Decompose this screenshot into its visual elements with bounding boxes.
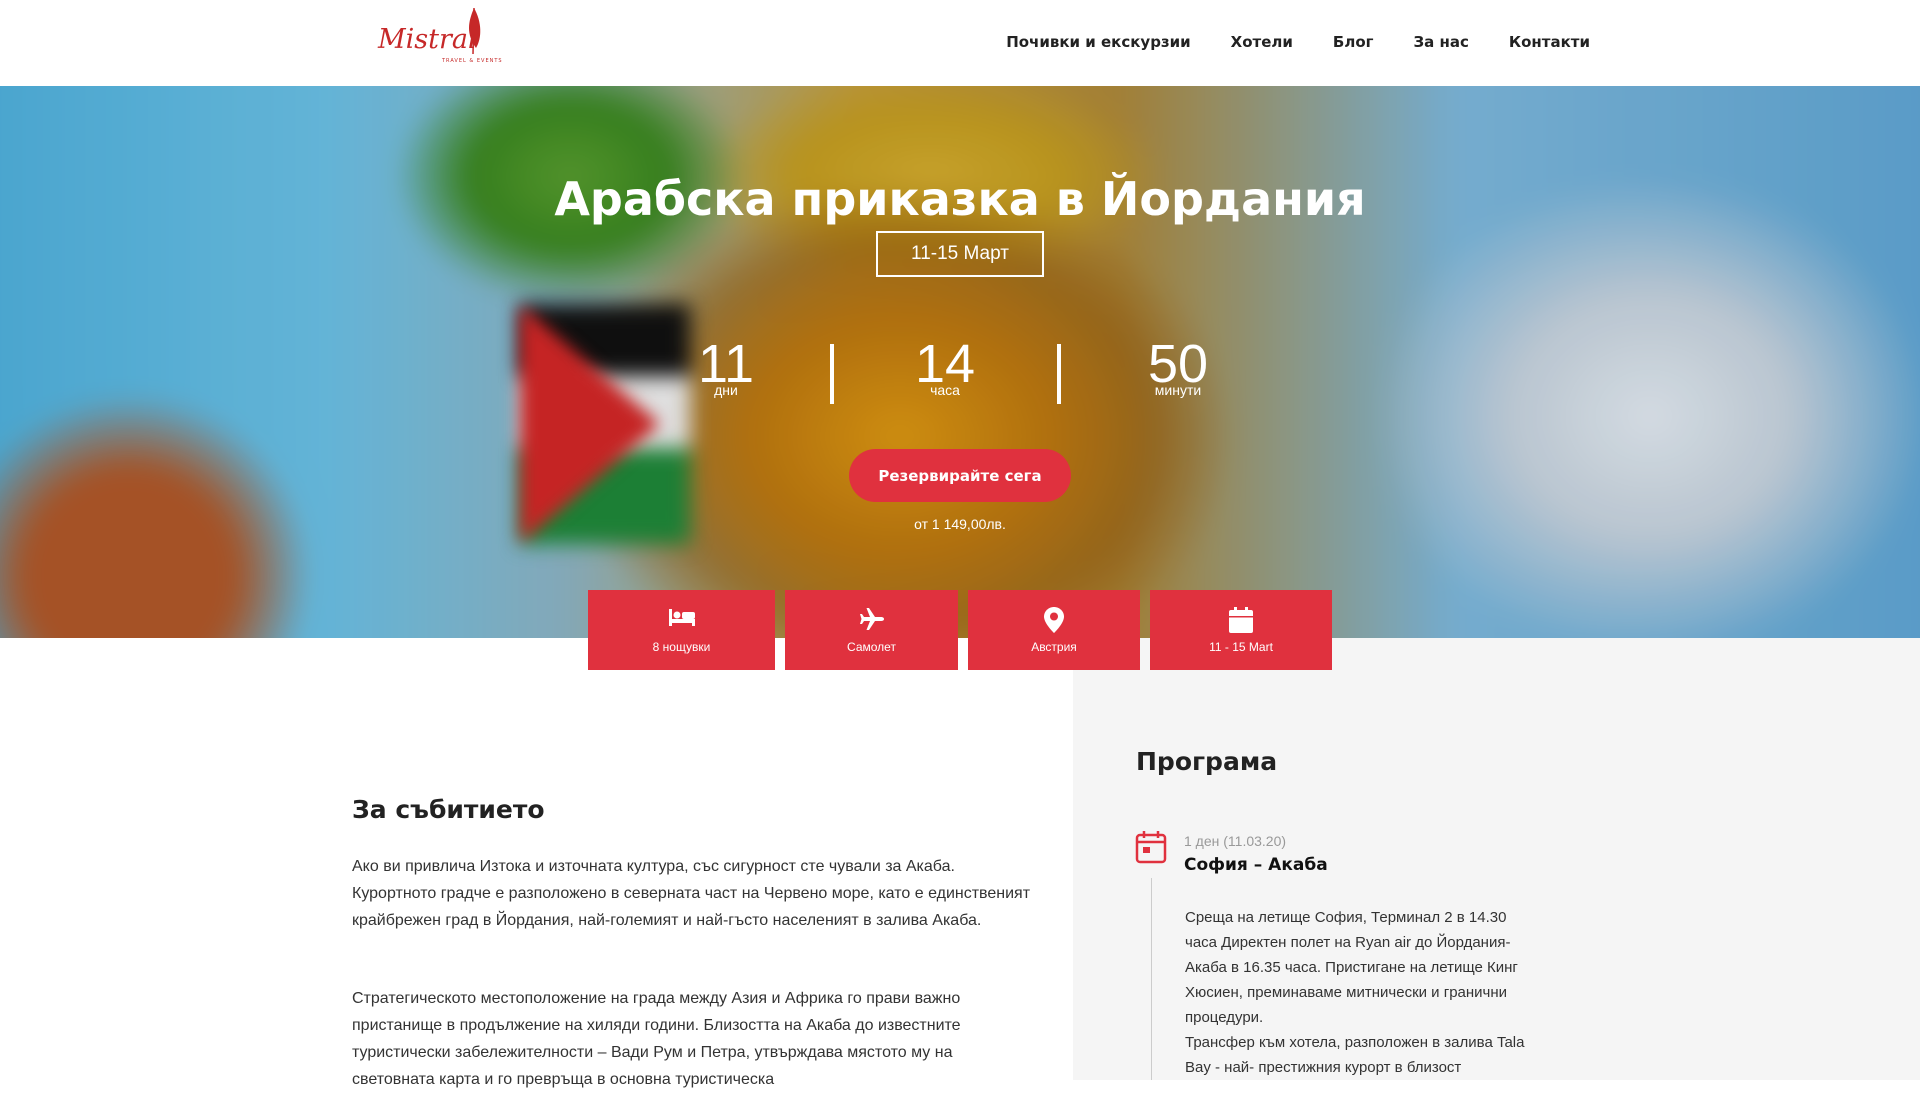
map-pin-icon	[1044, 607, 1064, 633]
calendar-icon	[1135, 831, 1167, 864]
main-menu: Почивки и екскурзии Хотели Блог За нас К…	[1006, 33, 1590, 51]
event-paragraph: Стратегическото местоположение на града …	[352, 990, 961, 1088]
event-paragraph: Ако ви привлича Изтока и източната култу…	[352, 858, 1031, 929]
nav-link-blog[interactable]: Блог	[1333, 33, 1374, 51]
tile-nights-label: 8 нощувки	[652, 640, 711, 654]
plane-icon	[859, 608, 884, 630]
nav-link-about[interactable]: За нас	[1413, 33, 1468, 51]
tile-location: Австрия	[968, 590, 1140, 670]
info-tiles: 8 нощувки Самолет Австрия 11 - 15 Mart	[0, 590, 1920, 670]
tile-nights: 8 нощувки	[588, 590, 775, 670]
price-from: от 1 149,00лв.	[914, 516, 1006, 532]
countdown-minutes-label: минути	[1154, 382, 1202, 398]
nav-link-hotels[interactable]: Хотели	[1231, 33, 1293, 51]
svg-text:TRAVEL & EVENTS: TRAVEL & EVENTS	[441, 58, 503, 64]
bed-icon	[668, 609, 695, 626]
nav-link-holidays[interactable]: Почивки и екскурзии	[1006, 33, 1190, 51]
hero-title: Арабска приказка в Йордания	[554, 172, 1366, 226]
program-day-paragraph: Трансфер към хотела, разположен в залива…	[1185, 1034, 1525, 1076]
countdown-days: 11 дни	[686, 336, 766, 398]
countdown-hours: 14 часа	[905, 336, 985, 398]
svg-text:Mistral: Mistral	[377, 24, 477, 55]
tile-dates: 11 - 15 Mart	[1150, 590, 1332, 670]
event-heading: За събитието	[352, 795, 545, 824]
tile-transport: Самолет	[785, 590, 958, 670]
tile-location-label: Австрия	[1031, 640, 1077, 654]
timeline-line	[1151, 878, 1152, 1080]
program-day-title: София – Акаба	[1184, 855, 1328, 875]
program-day-text: Среща на летище София, Терминал 2 в 14.3…	[1185, 905, 1540, 1080]
top-navbar: Mistral TRAVEL & EVENTS Почивки и екскур…	[0, 0, 1920, 86]
tile-transport-label: Самолет	[847, 640, 896, 654]
mistral-logo[interactable]: Mistral TRAVEL & EVENTS	[376, 4, 504, 68]
tile-dates-label: 11 - 15 Mart	[1209, 640, 1273, 654]
program-day-paragraph: Среща на летище София, Терминал 2 в 14.3…	[1185, 909, 1518, 1026]
program-day-meta: 1 ден (11.03.20)	[1184, 833, 1287, 849]
calendar-icon	[1229, 607, 1253, 633]
countdown-separator	[1057, 344, 1061, 404]
nav-link-contacts[interactable]: Контакти	[1509, 33, 1590, 51]
program-heading: Програма	[1136, 747, 1278, 776]
book-now-button[interactable]: Резервирайте сега	[849, 449, 1071, 502]
countdown-minutes: 50 минути	[1128, 336, 1228, 398]
hero-date-box: 11-15 Март	[876, 231, 1044, 277]
countdown-separator	[830, 344, 834, 404]
